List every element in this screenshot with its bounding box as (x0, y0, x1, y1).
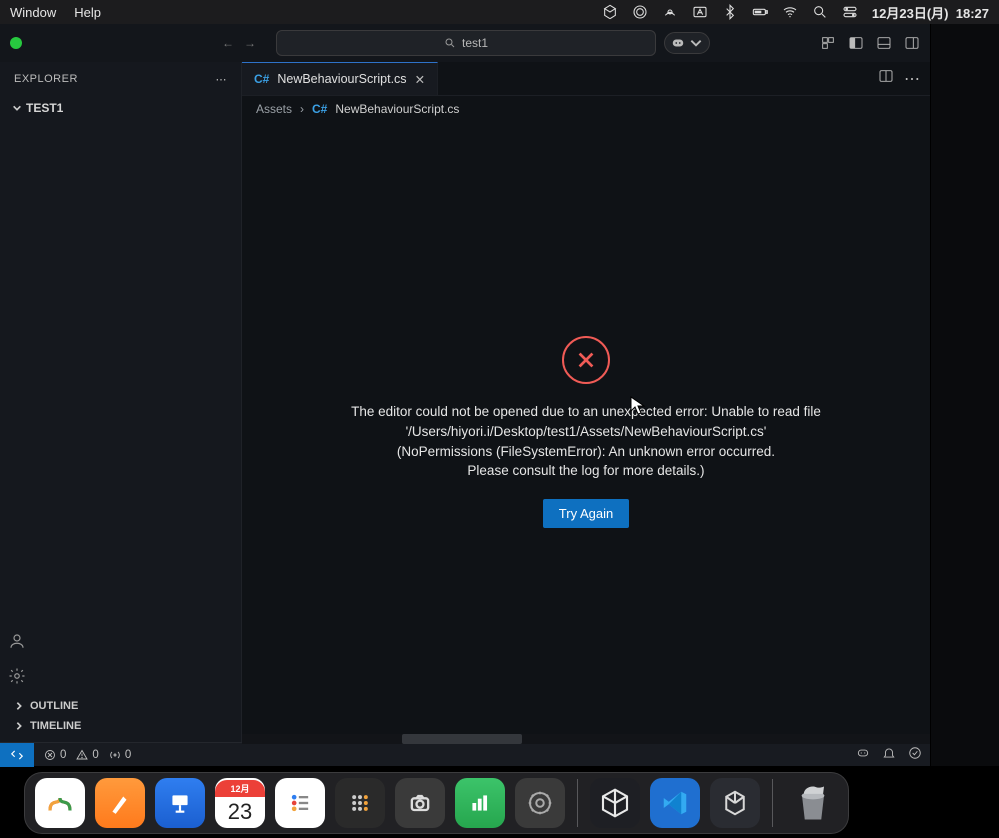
layout-customize-icon[interactable] (818, 33, 838, 53)
status-errors[interactable]: 0 (44, 749, 66, 761)
calendar-month-label: 12月 (215, 780, 265, 797)
dock-numbers-icon[interactable] (455, 778, 505, 828)
error-circle-icon (44, 749, 56, 761)
error-x-icon (562, 336, 610, 384)
command-center[interactable]: test1 (276, 30, 656, 56)
dock-separator (772, 779, 773, 827)
desktop-background-right (931, 24, 999, 766)
status-warnings[interactable]: 0 (76, 749, 98, 761)
csharp-file-icon: C# (312, 102, 327, 116)
dock-calculator-icon[interactable] (335, 778, 385, 828)
breadcrumb[interactable]: Assets › C# NewBehaviourScript.cs (242, 96, 930, 122)
warning-triangle-icon (76, 749, 88, 761)
macos-menubar: Window Help 12月23日(月) 18:27 (0, 0, 999, 24)
editor-more-icon[interactable]: ⋯ (904, 69, 920, 89)
dock-reminders-icon[interactable] (275, 778, 325, 828)
dock-trash-icon[interactable] (788, 778, 838, 828)
toggle-primary-sidebar-icon[interactable] (846, 33, 866, 53)
vscode-window: ← → test1 EXPLORER ⋯ (0, 24, 931, 766)
status-check-icon[interactable] (908, 746, 922, 763)
wifi-tray-icon[interactable] (782, 4, 798, 20)
tab-close-icon[interactable]: ✕ (415, 72, 425, 87)
menubar-time[interactable]: 18:27 (956, 6, 989, 21)
dock-freeform-icon[interactable] (35, 778, 85, 828)
editor-area: C# NewBehaviourScript.cs ✕ ⋯ Assets › C#… (242, 62, 930, 742)
notifications-bell-icon[interactable] (882, 746, 896, 763)
timeline-section[interactable]: TIMELINE (0, 716, 241, 736)
window-traffic-light-green[interactable] (10, 37, 22, 49)
spotlight-tray-icon[interactable] (812, 4, 828, 20)
explorer-more-icon[interactable]: ⋯ (216, 73, 228, 86)
dock-keynote-icon[interactable] (155, 778, 205, 828)
editor-error-pane: The editor could not be opened due to an… (242, 122, 930, 742)
unity-tray-icon[interactable] (602, 4, 618, 20)
tabs-row: C# NewBehaviourScript.cs ✕ ⋯ (242, 62, 930, 96)
workspace-folder-row[interactable]: TEST1 (4, 98, 237, 118)
menubar-window[interactable]: Window (10, 5, 56, 20)
dock-unity-editor-icon[interactable] (710, 778, 760, 828)
explorer-title: EXPLORER (14, 73, 78, 85)
chevron-down-icon (12, 103, 22, 113)
settings-gear-icon[interactable] (8, 667, 26, 685)
dock-separator (577, 779, 578, 827)
search-icon (444, 37, 456, 49)
control-center-tray-icon[interactable] (842, 4, 858, 20)
outline-section[interactable]: OUTLINE (0, 696, 241, 716)
vscode-titlebar: ← → test1 (0, 24, 930, 62)
airdrop-tray-icon[interactable] (662, 4, 678, 20)
toggle-secondary-sidebar-icon[interactable] (902, 33, 922, 53)
tab-filename: NewBehaviourScript.cs (277, 72, 406, 86)
copilot-icon (671, 36, 685, 50)
editor-tab[interactable]: C# NewBehaviourScript.cs ✕ (242, 62, 438, 95)
breadcrumb-folder[interactable]: Assets (256, 102, 292, 116)
macos-dock: 12月 23 (24, 772, 849, 834)
breadcrumb-file[interactable]: NewBehaviourScript.cs (335, 102, 459, 116)
workspace-folder-name: TEST1 (26, 101, 63, 115)
scrollbar-thumb[interactable] (402, 734, 522, 744)
dock-calendar-icon[interactable]: 12月 23 (215, 778, 265, 828)
remote-indicator[interactable] (0, 743, 34, 767)
toggle-panel-icon[interactable] (874, 33, 894, 53)
statusbar: 0 0 0 (0, 742, 930, 766)
dock-vscode-icon[interactable] (650, 778, 700, 828)
calendar-day-label: 23 (228, 797, 252, 827)
menubar-date[interactable]: 12月23日(月) (872, 6, 949, 21)
split-editor-icon[interactable] (878, 68, 894, 89)
chevron-right-icon (14, 721, 24, 731)
dock-screenshot-icon[interactable] (395, 778, 445, 828)
chevron-down-icon (689, 36, 703, 50)
dock-unity-hub-icon[interactable] (590, 778, 640, 828)
nav-forward-icon[interactable]: → (244, 36, 256, 50)
copilot-chat-button[interactable] (664, 32, 710, 54)
csharp-file-icon: C# (254, 72, 269, 86)
timeline-label: TIMELINE (30, 720, 81, 732)
horizontal-scrollbar[interactable] (242, 734, 930, 744)
status-ports[interactable]: 0 (109, 749, 131, 761)
bluetooth-tray-icon[interactable] (722, 4, 738, 20)
dock-system-settings-icon[interactable] (515, 778, 565, 828)
try-again-button[interactable]: Try Again (543, 499, 629, 528)
accounts-icon[interactable] (8, 632, 26, 650)
outline-label: OUTLINE (30, 700, 78, 712)
nav-back-icon[interactable]: ← (222, 36, 234, 50)
error-message: The editor could not be opened due to an… (351, 402, 821, 480)
menubar-help[interactable]: Help (74, 5, 101, 20)
command-center-text: test1 (462, 36, 488, 50)
status-copilot-icon[interactable] (856, 746, 870, 763)
explorer-sidebar: EXPLORER ⋯ TEST1 OUTLINE (0, 62, 242, 742)
input-source-tray-icon[interactable] (692, 4, 708, 20)
mouse-cursor-icon (630, 396, 646, 421)
breadcrumb-separator: › (300, 102, 304, 116)
creative-cloud-tray-icon[interactable] (632, 4, 648, 20)
battery-tray-icon[interactable] (752, 4, 768, 20)
chevron-right-icon (14, 701, 24, 711)
dock-pages-icon[interactable] (95, 778, 145, 828)
radio-tower-icon (109, 749, 121, 761)
